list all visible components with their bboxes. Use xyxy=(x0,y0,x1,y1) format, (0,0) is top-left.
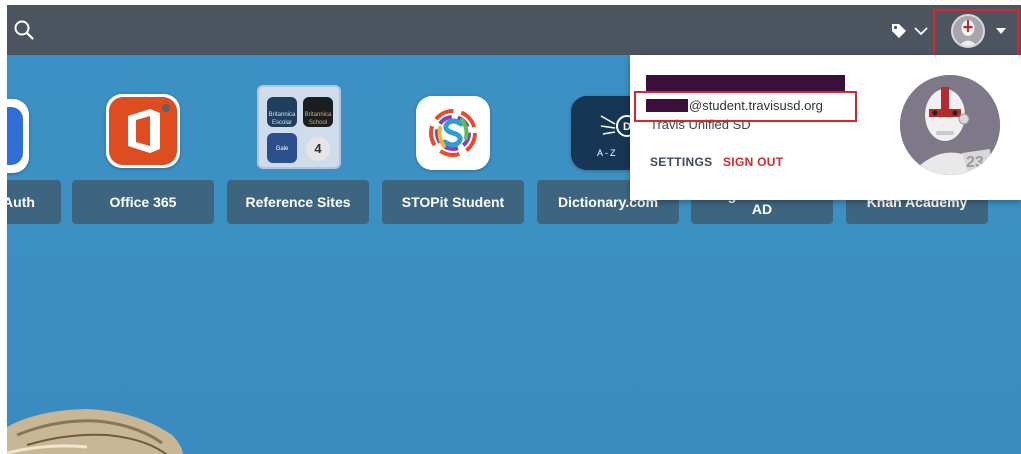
auth-app-icon[interactable] xyxy=(7,99,29,173)
app-label: Reference Sites xyxy=(245,194,351,210)
folder-app-thumbnail: Britannica Escolar xyxy=(267,97,297,127)
top-bar xyxy=(7,5,1021,55)
office-365-icon[interactable] xyxy=(106,94,180,168)
search-icon[interactable] xyxy=(13,19,35,41)
profile-dropdown: @student.travisusd.org Travis Unified SD… xyxy=(630,55,1021,200)
app-tile-stopit-student[interactable]: STOPit Student xyxy=(382,180,524,224)
app-label: STOPit Student xyxy=(401,194,505,210)
folder-app-label: Gale xyxy=(275,146,289,152)
tag-icon xyxy=(892,24,906,38)
folder-icon[interactable]: Britannica Escolar Britannica School Gal… xyxy=(257,85,341,169)
avatar-large: 23 xyxy=(900,75,1000,175)
sign-out-link[interactable]: SIGN OUT xyxy=(723,155,783,169)
launchpad-screen: Auth Office 365 Britannica Escolar Brita… xyxy=(7,5,1021,454)
settings-link[interactable]: SETTINGS xyxy=(650,155,712,169)
highlight-box-email xyxy=(634,91,857,122)
folder-app-label: Britannica Escolar xyxy=(268,112,296,126)
stopit-icon[interactable] xyxy=(416,96,490,170)
app-tile-office-365[interactable]: Office 365 xyxy=(72,180,214,224)
app-label: Auth xyxy=(7,194,35,210)
app-tile-reference-sites[interactable]: Reference Sites xyxy=(227,180,369,224)
highlight-box-avatar xyxy=(933,9,1019,61)
avatar-number: 23 xyxy=(966,154,984,171)
folder-count-badge: 4 xyxy=(306,137,330,161)
background-photo xyxy=(7,409,183,454)
folder-app-thumbnail: Gale xyxy=(267,133,297,163)
folder-app-label: Britannica School xyxy=(304,112,332,126)
tag-filter-button[interactable] xyxy=(891,20,931,42)
folder-app-thumbnail: Britannica School xyxy=(303,97,333,127)
chevron-down-icon xyxy=(914,27,928,36)
app-label: Office 365 xyxy=(109,194,177,210)
app-tile-auth[interactable]: Auth xyxy=(7,180,61,224)
folder-count: 4 xyxy=(314,141,322,156)
dictionary-icon-text: A-Z xyxy=(597,148,618,158)
